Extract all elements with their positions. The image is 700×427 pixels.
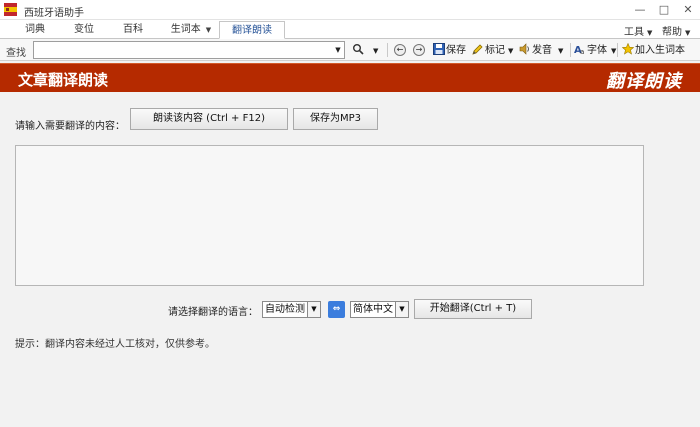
- help-menu[interactable]: 帮助 ▼: [662, 23, 690, 38]
- chevron-down-icon: ▼: [205, 26, 212, 34]
- arrow-left-icon: ←: [394, 44, 406, 56]
- svg-text:a: a: [580, 48, 584, 55]
- language-prompt: 请选择翻译的语言：: [168, 307, 258, 318]
- arrow-right-icon: →: [413, 44, 425, 56]
- star-icon: [622, 43, 634, 55]
- source-language-select[interactable]: 自动检测 ▼: [262, 301, 321, 318]
- back-button[interactable]: ←: [394, 43, 406, 58]
- toolbar: 查找 ▼ ▼ ← → 保存 标记 ▼ 发音 ▼ Aa 字体 ▼ 加入生词本: [0, 39, 700, 61]
- target-language-select[interactable]: 简体中文 ▼: [350, 301, 409, 318]
- floppy-disk-icon: [433, 43, 445, 55]
- read-aloud-button[interactable]: 朗读该内容 (Ctrl + F12): [130, 108, 288, 130]
- swap-languages-button[interactable]: ⇔: [328, 301, 345, 318]
- tab-label: 翻译朗读: [232, 25, 272, 36]
- font-label: 字体: [587, 45, 607, 56]
- close-icon[interactable]: ✕: [677, 2, 699, 18]
- tab-label: 百科: [123, 24, 143, 35]
- search-icon: [353, 44, 364, 55]
- chevron-down-icon: ▼: [508, 47, 514, 55]
- title-bar: 西班牙语助手 — □ ✕: [0, 0, 700, 20]
- tab-bar: 词典 变位 百科 生词本 ▼ 翻译朗读 工具 ▼ 帮助 ▼: [0, 20, 700, 39]
- tab-vocabulary[interactable]: 生词本 ▼: [163, 21, 219, 39]
- window-title: 西班牙语助手: [24, 8, 84, 19]
- mark-label: 标记: [485, 45, 505, 56]
- chevron-down-icon: ▼: [611, 47, 617, 55]
- mark-button[interactable]: 标记 ▼: [472, 43, 513, 58]
- target-language-value: 简体中文: [353, 304, 393, 315]
- maximize-icon[interactable]: □: [653, 2, 675, 18]
- disclaimer-hint: 提示：翻译内容未经过人工核对，仅供参考。: [15, 339, 215, 350]
- toolbar-separator: [570, 43, 571, 57]
- source-language-value: 自动检测: [265, 304, 305, 315]
- save-label: 保存: [446, 45, 466, 56]
- speaker-icon: [519, 43, 529, 55]
- page-header: 文章翻译朗读 翻译朗读: [0, 63, 700, 92]
- chevron-down-icon: ▼: [685, 29, 691, 37]
- tab-encyclopedia[interactable]: 百科: [113, 21, 153, 39]
- tab-label: 词典: [25, 24, 45, 35]
- chevron-down-icon: ▼: [307, 302, 320, 317]
- tab-dictionary[interactable]: 词典: [15, 21, 55, 39]
- search-input[interactable]: [33, 41, 333, 59]
- tools-menu[interactable]: 工具 ▼: [624, 23, 652, 38]
- page-title: 文章翻译朗读: [18, 71, 109, 89]
- translation-text-area[interactable]: [15, 145, 644, 286]
- toolbar-separator: [387, 43, 388, 57]
- help-menu-label: 帮助: [662, 27, 682, 38]
- chevron-down-icon: ▼: [395, 302, 408, 317]
- input-prompt: 请输入需要翻译的内容：: [15, 121, 125, 132]
- save-mp3-button[interactable]: 保存为MP3: [293, 108, 378, 130]
- translate-panel: 请输入需要翻译的内容： 朗读该内容 (Ctrl + F12) 保存为MP3 请选…: [0, 92, 700, 427]
- minimize-icon[interactable]: —: [629, 2, 651, 18]
- start-translate-button[interactable]: 开始翻译(Ctrl + T): [414, 299, 532, 319]
- header-logo: 翻译朗读: [606, 71, 682, 92]
- pronounce-button[interactable]: 发音 ▼: [519, 43, 563, 58]
- search-dropdown-button[interactable]: ▼: [332, 41, 345, 59]
- tab-conjugation[interactable]: 变位: [64, 21, 104, 39]
- chevron-down-icon: ▼: [373, 47, 379, 55]
- swap-icon: ⇔: [332, 304, 341, 314]
- app-icon: [4, 3, 17, 16]
- font-button[interactable]: Aa 字体 ▼: [574, 43, 616, 58]
- tab-label: 生词本: [170, 24, 201, 35]
- search-button[interactable]: ▼: [352, 43, 378, 58]
- chevron-down-icon: ▼: [558, 47, 564, 55]
- pencil-icon: [472, 44, 483, 55]
- chevron-down-icon: ▼: [647, 29, 653, 37]
- add-vocab-label: 加入生词本: [635, 45, 685, 56]
- add-vocab-button[interactable]: 加入生词本: [622, 43, 685, 58]
- save-button[interactable]: 保存: [433, 43, 466, 58]
- toolbar-separator: [617, 43, 618, 57]
- search-label: 查找: [6, 48, 26, 59]
- tab-translate-read[interactable]: 翻译朗读: [219, 21, 285, 39]
- pronounce-label: 发音: [532, 45, 552, 56]
- forward-button[interactable]: →: [413, 43, 425, 58]
- tab-label: 变位: [74, 24, 94, 35]
- font-icon: Aa: [574, 45, 584, 55]
- tools-menu-label: 工具: [624, 27, 644, 38]
